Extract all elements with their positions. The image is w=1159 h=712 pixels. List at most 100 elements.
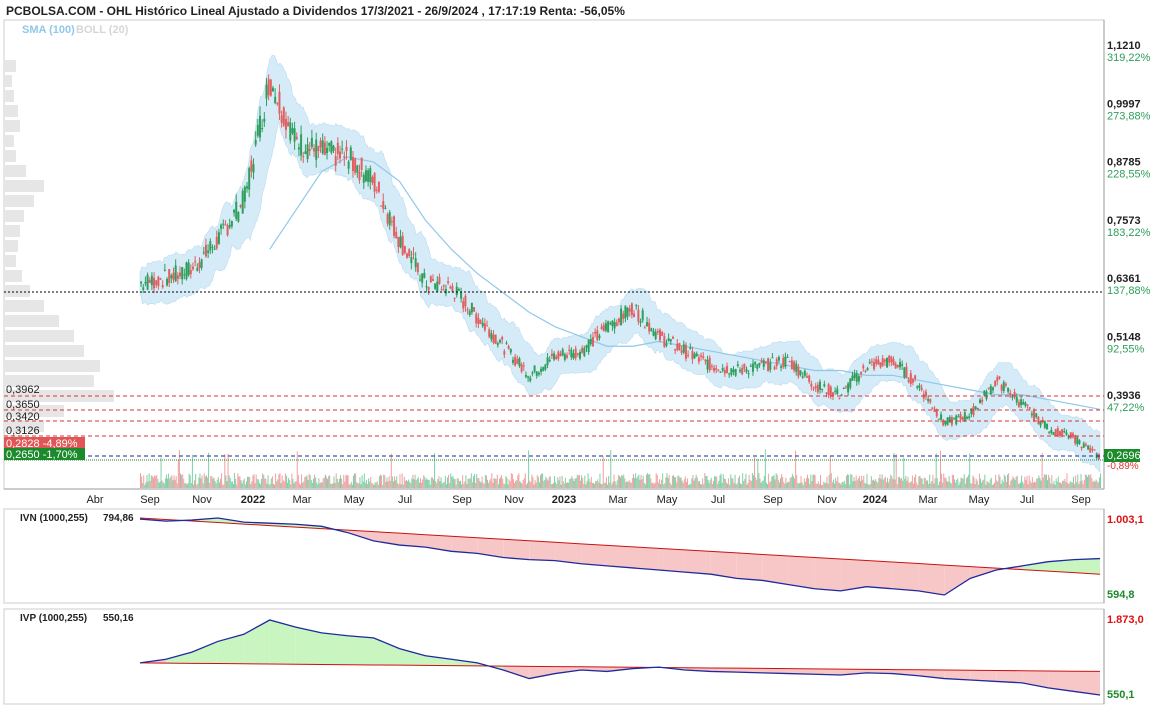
volume-bar: [889, 479, 891, 488]
volume-bar: [456, 478, 458, 488]
volume-bar: [574, 478, 576, 488]
x-tick-label: May: [969, 494, 990, 506]
indicator-fill: [295, 627, 322, 665]
volume-bar: [242, 480, 244, 488]
candle-body: [935, 409, 938, 417]
volume-bar: [543, 481, 545, 488]
volume-bar: [436, 483, 438, 488]
candle-body: [1004, 383, 1007, 386]
candle-body: [1002, 382, 1005, 392]
volume-bar: [148, 473, 150, 488]
candle-body: [706, 359, 709, 370]
volume-bar: [583, 483, 585, 488]
indicator-fill: [321, 632, 348, 665]
volume-bar: [228, 475, 230, 488]
volume-bar: [334, 482, 336, 488]
volume-bar: [402, 484, 404, 488]
volume-bar: [484, 475, 486, 488]
volume-bar: [434, 453, 436, 488]
volume-bar: [1004, 476, 1006, 488]
volume-bar: [1064, 478, 1066, 488]
candle-body: [633, 313, 636, 317]
volume-bar: [177, 459, 179, 488]
volume-bar: [255, 474, 257, 488]
candle-body: [473, 307, 476, 312]
volume-bar: [162, 482, 164, 488]
candle-body: [1028, 407, 1031, 409]
candle-body: [628, 308, 631, 312]
candle-body: [457, 289, 460, 291]
volume-bar: [370, 476, 372, 488]
volume-bar: [607, 484, 609, 488]
volume-bar: [187, 483, 189, 488]
candle-body: [230, 220, 233, 227]
volume-bar: [1061, 483, 1063, 488]
volume-bar: [474, 474, 476, 488]
candle-body: [1059, 431, 1061, 436]
volume-bar: [540, 475, 541, 488]
candle-body: [702, 356, 705, 359]
volume-bar: [377, 484, 379, 488]
candle-body: [276, 103, 279, 105]
volume-bar: [632, 473, 634, 488]
volume-bar: [680, 477, 682, 488]
volume-bar: [327, 478, 329, 488]
volume-bar: [1083, 479, 1085, 488]
candle-body: [708, 357, 711, 371]
volume-bar: [467, 478, 469, 488]
volume-bar: [630, 482, 632, 488]
volume-bar: [957, 478, 959, 488]
volume-bar: [920, 478, 922, 488]
candle-body: [909, 373, 912, 384]
candle-body: [821, 389, 824, 391]
volume-bar: [754, 457, 756, 488]
volume-bar: [551, 484, 553, 488]
candle-body: [780, 366, 783, 368]
volume-bar: [815, 483, 817, 488]
volume-bar: [590, 476, 592, 488]
volume-profile-bar: [4, 285, 30, 297]
candle-body: [728, 373, 731, 375]
volume-bar: [305, 476, 307, 488]
volume-bar: [533, 484, 535, 488]
y-price-label: 0,3936: [1107, 390, 1141, 402]
volume-bar: [466, 483, 468, 488]
volume-bar: [516, 480, 518, 488]
volume-bar: [800, 476, 802, 488]
candle-body: [546, 357, 549, 365]
candle-body: [388, 212, 391, 226]
volume-bar: [983, 479, 985, 488]
volume-bar: [999, 476, 1001, 488]
volume-bar: [537, 476, 539, 488]
volume-bar: [830, 473, 832, 488]
volume-bar: [247, 476, 249, 488]
volume-bar: [477, 478, 479, 488]
volume-bar: [856, 480, 858, 488]
volume-bar: [351, 484, 353, 488]
volume-bar: [548, 477, 550, 488]
candle-body: [343, 156, 346, 158]
candle-body: [302, 156, 305, 158]
volume-bar: [289, 480, 291, 488]
volume-bar: [747, 482, 749, 488]
ivp-panel-frame: [3, 608, 1105, 705]
volume-bar: [1094, 481, 1096, 488]
candle-body: [1015, 396, 1018, 403]
candle-body: [704, 359, 707, 362]
volume-bar: [637, 476, 639, 488]
volume-bar: [1065, 481, 1067, 488]
candle-body: [1020, 399, 1023, 406]
volume-bar: [940, 450, 941, 488]
candle-body: [806, 376, 809, 378]
volume-bar: [1076, 482, 1078, 488]
volume-bar: [885, 482, 887, 488]
candle-body: [611, 320, 614, 327]
candle-body: [557, 351, 560, 359]
volume-bar: [1055, 478, 1057, 488]
volume-bar: [765, 482, 767, 488]
x-tick-label: Sep: [1071, 494, 1091, 506]
volume-bar: [415, 480, 417, 488]
candle-body: [542, 367, 545, 371]
volume-bar: [644, 484, 646, 488]
x-tick-label: Mar: [609, 494, 628, 506]
